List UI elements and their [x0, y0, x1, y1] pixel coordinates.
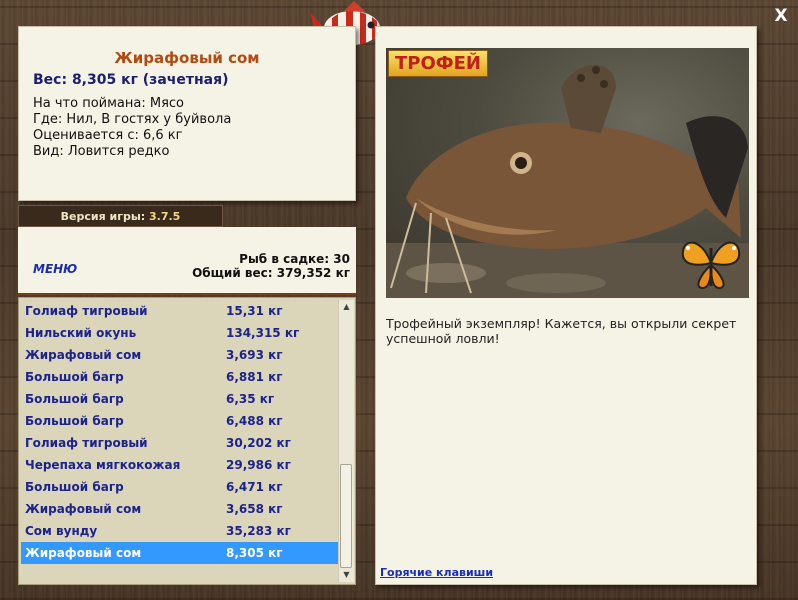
- fish-in-cage-count: Рыб в садке: 30: [239, 252, 350, 266]
- catch-list: Голиаф тигровый 15,31 кг Нильский окунь 134…: [21, 300, 339, 564]
- catch-list-item[interactable]: Жирафовый сом 3,658 кг: [21, 498, 339, 520]
- catch-list-item[interactable]: Голиаф тигровый 30,202 кг: [21, 432, 339, 454]
- fish-photo: ТРОФЕЙ: [386, 48, 749, 298]
- scroll-down-icon[interactable]: ▼: [339, 568, 354, 582]
- catch-list-item[interactable]: Большой багр 6,881 кг: [21, 366, 339, 388]
- butterfly-icon: [681, 241, 741, 290]
- species-detail: Вид: Ловится редко: [33, 144, 170, 159]
- catch-fish-name: Черепаха мягкокожая: [25, 458, 181, 472]
- version-label: Версия игры:: [60, 210, 146, 223]
- catch-list-item[interactable]: Черепаха мягкокожая 29,986 кг: [21, 454, 339, 476]
- catch-fish-weight: 35,283 кг: [226, 524, 291, 538]
- catch-list-item[interactable]: Большой багр 6,488 кг: [21, 410, 339, 432]
- location-detail: Где: Нил, В гостях у буйвола: [33, 112, 232, 127]
- version-value: 3.7.5: [149, 210, 181, 223]
- catch-list-item[interactable]: Сом вунду 35,283 кг: [21, 520, 339, 542]
- rating-detail: Оценивается с: 6,6 кг: [33, 128, 183, 143]
- catch-fish-weight: 134,315 кг: [226, 326, 300, 340]
- fish-info-card: Жирафовый сом Вес: 8,305 кг (зачетная) Н…: [18, 26, 356, 201]
- bait-detail: На что поймана: Мясо: [33, 96, 185, 111]
- hotkeys-link[interactable]: Горячие клавиши: [380, 566, 493, 579]
- catch-list-item[interactable]: Жирафовый сом 3,693 кг: [21, 344, 339, 366]
- catch-list-item[interactable]: Голиаф тигровый 15,31 кг: [21, 300, 339, 322]
- total-weight: Общий вес: 379,352 кг: [192, 266, 350, 280]
- catch-fish-name: Жирафовый сом: [25, 502, 142, 516]
- catch-fish-weight: 6,488 кг: [226, 414, 283, 428]
- catch-fish-name: Нильский окунь: [25, 326, 137, 340]
- trophy-message: Трофейный экземпляр! Кажется, вы открыли…: [386, 316, 737, 346]
- version-plate: Версия игры: 3.7.5: [18, 205, 223, 227]
- catch-fish-name: Голиаф тигровый: [25, 436, 148, 450]
- scroll-up-icon[interactable]: ▲: [339, 300, 354, 314]
- catch-fish-name: Жирафовый сом: [25, 348, 142, 362]
- catch-fish-name: Большой багр: [25, 480, 124, 494]
- catch-fish-weight: 29,986 кг: [226, 458, 291, 472]
- catch-fish-name: Большой багр: [25, 370, 124, 384]
- close-icon: X: [774, 6, 788, 26]
- scroll-thumb[interactable]: [340, 464, 352, 568]
- scrollbar[interactable]: ▲ ▼: [338, 300, 354, 582]
- catch-fish-weight: 30,202 кг: [226, 436, 291, 450]
- close-button[interactable]: X: [771, 6, 791, 26]
- catch-fish-weight: 3,658 кг: [226, 502, 283, 516]
- trophy-badge: ТРОФЕЙ: [388, 50, 488, 77]
- catch-list-panel: Голиаф тигровый 15,31 кг Нильский окунь 134…: [18, 297, 356, 585]
- catch-fish-weight: 15,31 кг: [226, 304, 283, 318]
- catch-list-item[interactable]: Большой багр 6,35 кг: [21, 388, 339, 410]
- catch-fish-weight: 3,693 кг: [226, 348, 283, 362]
- menu-button[interactable]: МЕНЮ: [33, 262, 77, 276]
- catch-fish-weight: 6,471 кг: [226, 480, 283, 494]
- catch-list-item[interactable]: Нильский окунь 134,315 кг: [21, 322, 339, 344]
- catch-list-item[interactable]: Жирафовый сом 8,305 кг: [21, 542, 339, 564]
- catch-fish-name: Большой багр: [25, 414, 124, 428]
- fish-weight: Вес: 8,305 кг (зачетная): [33, 72, 229, 88]
- cage-stats-card: МЕНЮ Рыб в садке: 30 Общий вес: 379,352 …: [18, 227, 356, 295]
- catch-list-item[interactable]: Большой багр 6,471 кг: [21, 476, 339, 498]
- catch-fish-weight: 6,881 кг: [226, 370, 283, 384]
- fish-title: Жирафовый сом: [114, 49, 260, 67]
- catch-fish-name: Голиаф тигровый: [25, 304, 148, 318]
- trophy-panel: ТРОФЕЙ Трофейный экземпляр! Кажется, вы …: [375, 26, 757, 585]
- catch-fish-name: Большой багр: [25, 392, 124, 406]
- catch-fish-name: Жирафовый сом: [25, 546, 142, 560]
- catch-fish-weight: 6,35 кг: [226, 392, 275, 406]
- catch-fish-weight: 8,305 кг: [226, 546, 283, 560]
- catch-fish-name: Сом вунду: [25, 524, 98, 538]
